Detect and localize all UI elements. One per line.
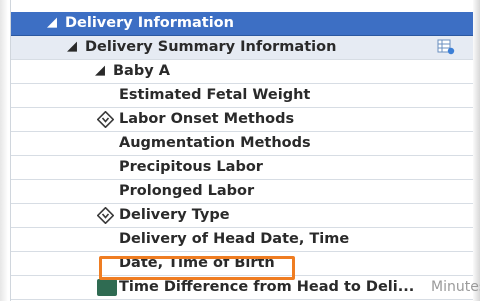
tree-row-delivery-information[interactable]: ◢ Delivery Information (11, 12, 473, 36)
tree-row-estimated-fetal-weight[interactable]: Estimated Fetal Weight (11, 84, 473, 108)
tree-label: Precipitous Labor (119, 159, 263, 175)
tree-row-labor-onset-methods[interactable]: Labor Onset Methods (11, 108, 473, 132)
collapse-triangle-icon[interactable]: ◢ (47, 15, 57, 30)
tree-row-augmentation-methods[interactable]: Augmentation Methods (11, 132, 473, 156)
tree-row-prolonged-labor[interactable]: Prolonged Labor (11, 180, 473, 204)
grid-settings-icon[interactable] (437, 39, 455, 55)
tree-row-delivery-summary[interactable]: ◢ Delivery Summary Information (11, 36, 473, 60)
diamond-arrow-icon[interactable] (97, 111, 114, 128)
tree-label: Delivery Information (65, 15, 234, 31)
tree-panel: ◢ Delivery Information ◢ Delivery Summar… (10, 0, 480, 301)
tree-label: Delivery of Head Date, Time (119, 231, 350, 247)
tree-row-delivery-type[interactable]: Delivery Type (11, 204, 473, 228)
tree-label: Time Difference from Head to Deli... (119, 279, 415, 295)
tree-row-delivery-of-head[interactable]: Delivery of Head Date, Time (11, 228, 473, 252)
calculator-icon[interactable] (97, 279, 117, 296)
left-shadow (0, 0, 8, 301)
tree-row-precipitous-labor[interactable]: Precipitous Labor (11, 156, 473, 180)
unit-label: Minutes (431, 279, 480, 295)
tree-label: Augmentation Methods (119, 135, 311, 151)
collapse-triangle-icon[interactable]: ◢ (95, 63, 105, 78)
diamond-arrow-icon[interactable] (97, 207, 114, 224)
tree-label: Delivery Type (119, 207, 230, 223)
tree-label: Labor Onset Methods (119, 111, 295, 127)
right-shadow (472, 0, 480, 301)
tree-label: Baby A (113, 63, 170, 79)
collapse-triangle-icon[interactable]: ◢ (67, 39, 77, 54)
highlight-box (99, 256, 295, 280)
tree-label: Delivery Summary Information (85, 39, 337, 55)
tree-label: Prolonged Labor (119, 183, 255, 199)
tree-window: ◢ Delivery Information ◢ Delivery Summar… (0, 0, 480, 301)
tree-row-baby-a[interactable]: ◢ Baby A (11, 60, 473, 84)
tree-label: Estimated Fetal Weight (119, 87, 311, 103)
